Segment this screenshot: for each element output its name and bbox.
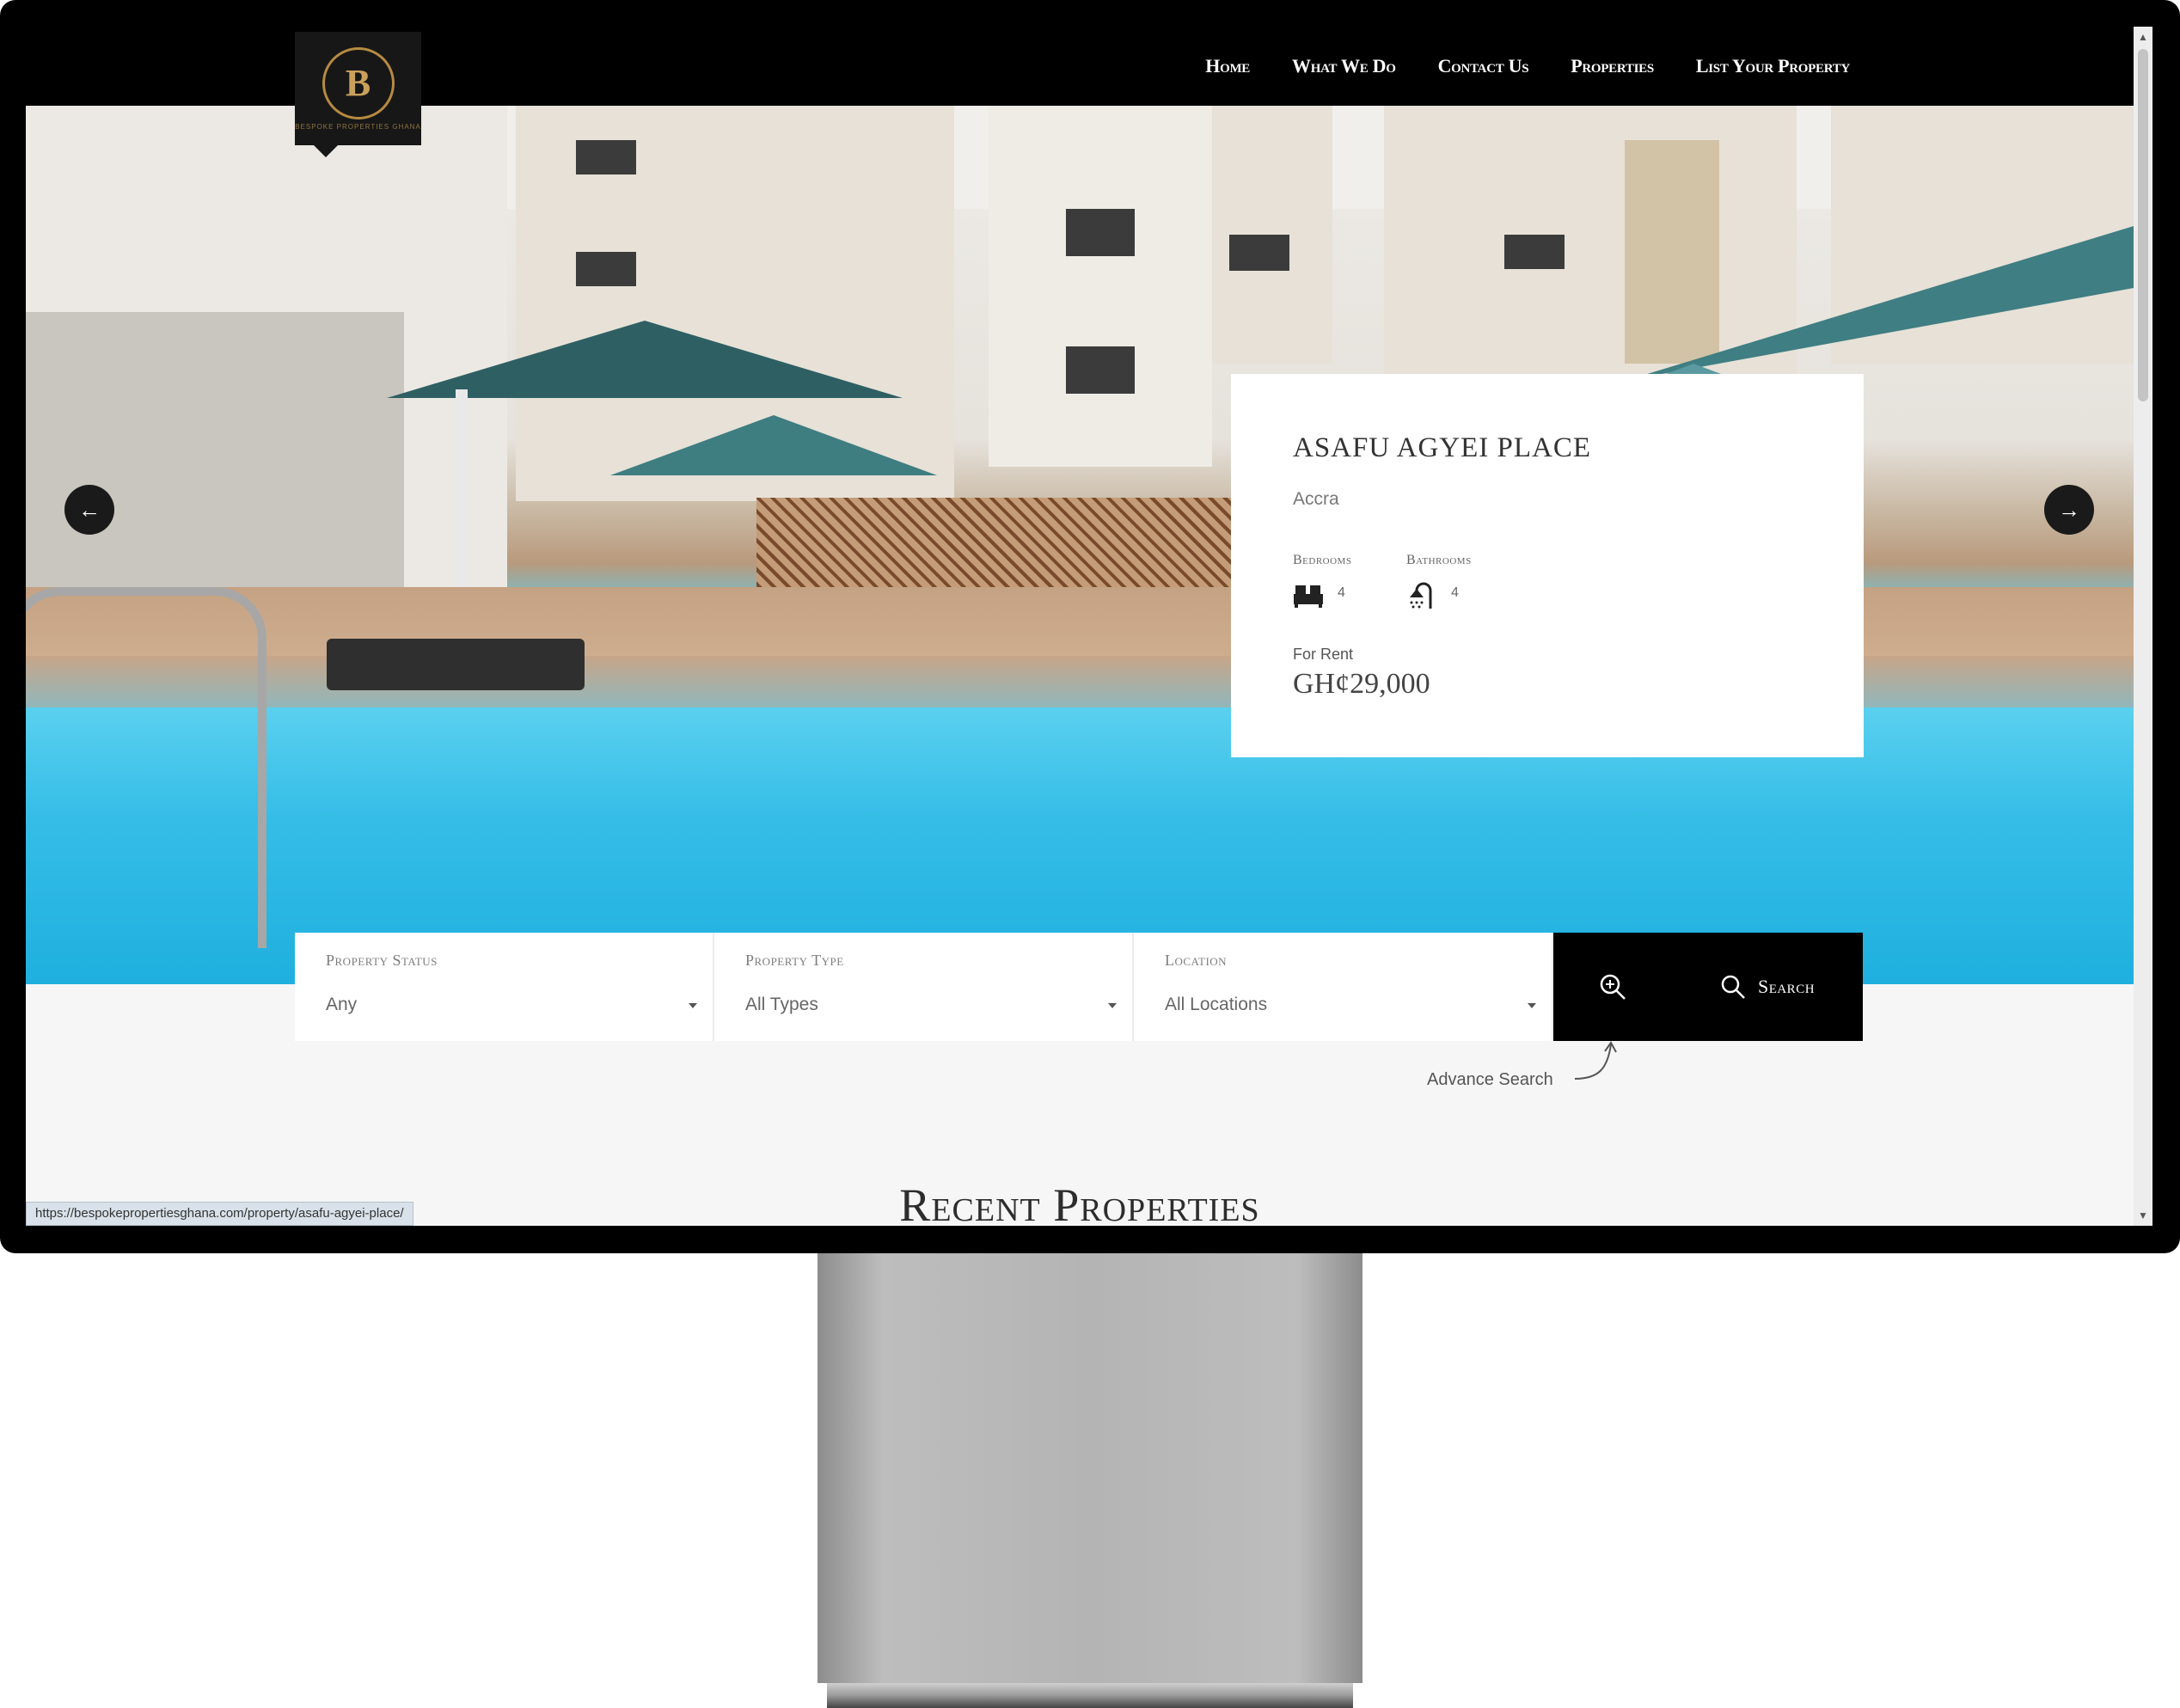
search-icon xyxy=(1721,975,1745,999)
bathrooms-count: 4 xyxy=(1451,585,1459,600)
monitor-foot xyxy=(827,1683,1353,1708)
nav-item-home[interactable]: Home xyxy=(1205,55,1250,77)
field-value: All Types xyxy=(745,995,818,1014)
featured-property-card[interactable]: ASAFU AGYEI PLACE Accra Bedrooms 4 Bathr… xyxy=(1231,374,1864,757)
advanced-search-button[interactable] xyxy=(1553,933,1672,1041)
caret-down-icon xyxy=(1108,1003,1117,1008)
shower-icon xyxy=(1410,582,1432,609)
logo-emblem-icon: B xyxy=(321,46,395,119)
monitor-stand xyxy=(818,1253,1362,1683)
property-search-bar: Property Status Any Property Type All Ty… xyxy=(295,933,1863,1041)
zoom-in-icon xyxy=(1600,974,1626,1000)
field-label: Property Type xyxy=(745,952,844,969)
bathrooms-label: Bathrooms xyxy=(1406,553,1472,567)
location-select[interactable]: Location All Locations xyxy=(1134,933,1553,1041)
caret-down-icon xyxy=(1528,1003,1536,1008)
field-label: Location xyxy=(1165,952,1228,969)
browser-viewport: Home What We Do Contact Us Properties Li… xyxy=(26,27,2134,1226)
search-button[interactable]: Search xyxy=(1672,933,1863,1041)
field-value: All Locations xyxy=(1165,995,1268,1014)
main-menu: Home What We Do Contact Us Properties Li… xyxy=(1163,27,1850,106)
bed-icon xyxy=(1294,585,1323,608)
property-type-select[interactable]: Property Type All Types xyxy=(714,933,1134,1041)
logo-wordmark: BESPOKE PROPERTIES GHANA xyxy=(295,122,421,131)
bedrooms-count: 4 xyxy=(1338,585,1345,600)
caret-down-icon xyxy=(689,1003,697,1008)
property-status: For Rent xyxy=(1293,646,1354,663)
arrow-left-icon: ← xyxy=(78,496,101,523)
field-value: Any xyxy=(326,995,358,1014)
nav-item-properties[interactable]: Properties xyxy=(1571,55,1654,77)
property-location: Accra xyxy=(1293,489,1339,509)
monitor-frame: Home What We Do Contact Us Properties Li… xyxy=(0,0,2180,1253)
page-scrollbar[interactable]: ▲ ▼ xyxy=(2134,27,2152,1226)
bedrooms-label: Bedrooms xyxy=(1293,553,1352,567)
property-price: GH¢29,000 xyxy=(1293,668,1430,700)
field-label: Property Status xyxy=(326,952,438,969)
nav-item-contact-us[interactable]: Contact Us xyxy=(1438,55,1529,77)
search-button-label: Search xyxy=(1757,976,1816,997)
slider-next-button[interactable]: → xyxy=(2044,485,2094,535)
nav-item-list-your-property[interactable]: List Your Property xyxy=(1696,55,1850,77)
slider-prev-button[interactable]: ← xyxy=(64,485,114,535)
status-bar-url: https://bespokepropertiesghana.com/prope… xyxy=(26,1202,413,1226)
curved-arrow-icon xyxy=(1574,1041,1617,1080)
nav-item-what-we-do[interactable]: What We Do xyxy=(1292,55,1396,77)
advance-search-hint[interactable]: Advance Search xyxy=(1427,1070,1553,1090)
scroll-thumb[interactable] xyxy=(2138,49,2148,401)
property-title[interactable]: ASAFU AGYEI PLACE xyxy=(1293,432,1591,464)
property-status-select[interactable]: Property Status Any xyxy=(295,933,714,1041)
scroll-down-icon[interactable]: ▼ xyxy=(2134,1207,2152,1224)
arrow-right-icon: → xyxy=(2058,496,2080,523)
scroll-up-icon[interactable]: ▲ xyxy=(2134,28,2152,46)
site-logo[interactable]: B BESPOKE PROPERTIES GHANA xyxy=(295,32,421,157)
